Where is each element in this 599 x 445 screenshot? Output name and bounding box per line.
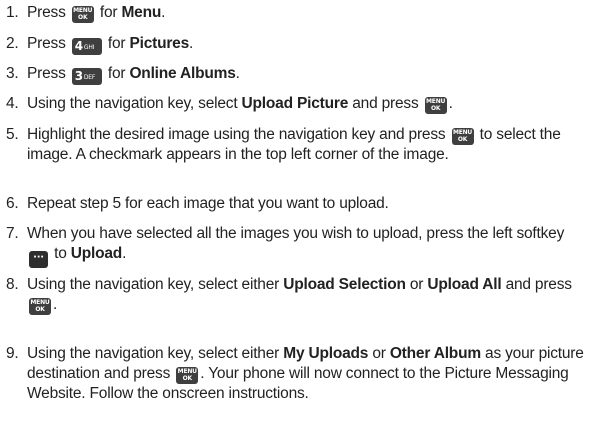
step-text: and press (505, 276, 572, 293)
step-number: 2. (6, 35, 19, 52)
upload-all-label: Upload All (427, 276, 502, 293)
step-number: 1. (6, 4, 19, 21)
step-text: Press (27, 4, 66, 21)
menu-ok-key-icon: MENU OK (176, 367, 199, 384)
step-text: Press (27, 35, 66, 52)
menu-label: Menu (121, 4, 162, 21)
step-text: Using the navigation key, select (27, 95, 238, 112)
step-text: Using the navigation key, select either (27, 345, 280, 362)
step-text: and press (352, 95, 419, 112)
upload-label: Upload (70, 245, 123, 262)
step-number: 7. (6, 225, 19, 242)
step-text: for (99, 4, 118, 21)
step-number: 8. (6, 276, 19, 293)
upload-selection-label: Upload Selection (283, 276, 406, 293)
instruction-list: 1. Press MENU OK for Menu. 2. Press 4GHI … (0, 0, 599, 445)
key-3-def-icon: 3DEF (71, 68, 102, 85)
my-uploads-label: My Uploads (283, 345, 369, 362)
other-album-label: Other Album (389, 345, 481, 362)
menu-ok-key-icon: MENU OK (71, 6, 94, 23)
left-softkey-icon: ··· (29, 251, 48, 268)
menu-ok-key-icon: MENU OK (424, 97, 447, 114)
upload-picture-label: Upload Picture (241, 95, 349, 112)
step-number: 3. (6, 65, 19, 82)
menu-ok-key-icon: MENU OK (451, 128, 474, 145)
step-number: 9. (6, 345, 19, 362)
step-text: When you have selected all the images yo… (27, 225, 565, 242)
menu-ok-key-icon: MENU OK (29, 298, 51, 315)
key-4-ghi-icon: 4GHI (71, 38, 102, 55)
online-albums-label: Online Albums (129, 65, 236, 82)
step-number: 4. (6, 95, 19, 112)
step-text: to (54, 245, 67, 262)
step-text: Highlight the desired image using the na… (27, 126, 446, 143)
step-number: 5. (6, 126, 19, 143)
step-text: for (107, 35, 126, 52)
step-text: for (107, 65, 126, 82)
step-number: 6. (6, 195, 19, 212)
pictures-label: Pictures (129, 35, 190, 52)
step-text: Using the navigation key, select either (27, 276, 280, 293)
step-text: Press (27, 65, 66, 82)
step-text: Repeat step 5 for each image that you wa… (27, 195, 389, 212)
